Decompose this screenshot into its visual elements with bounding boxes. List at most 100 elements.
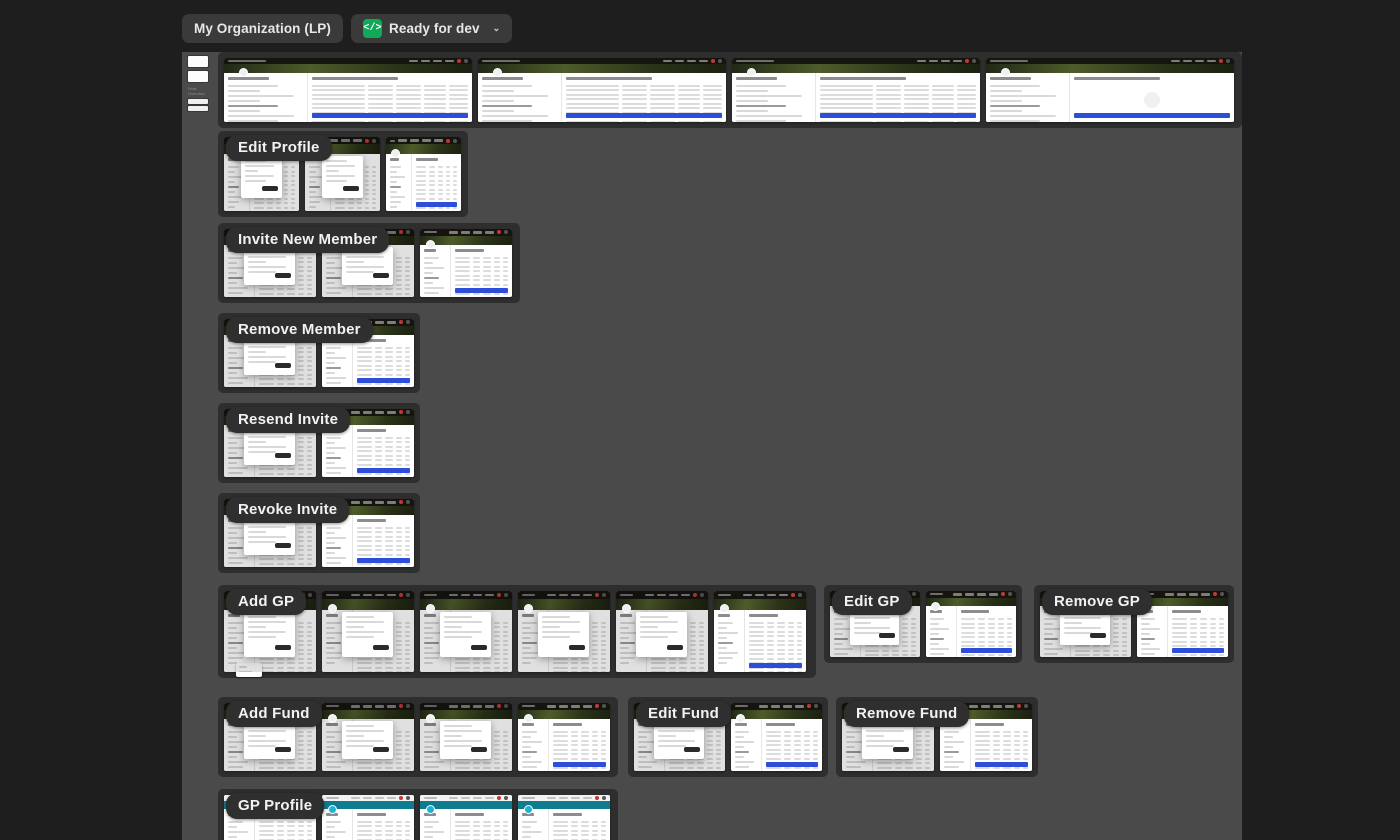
frame-modal-confirm-button[interactable] [470, 645, 487, 651]
frame-group-add-fund[interactable]: Add Fund [218, 697, 618, 777]
frame-primary-button[interactable] [820, 112, 976, 118]
group-label-gp-profile[interactable]: GP Profile [226, 793, 325, 819]
frame-primary-button[interactable] [1074, 112, 1230, 118]
frame-modal-confirm-button[interactable] [372, 746, 389, 752]
group-label-edit-fund[interactable]: Edit Fund [636, 701, 731, 727]
navigator-bar[interactable] [188, 99, 208, 104]
frame-modal-confirm-button[interactable] [274, 452, 291, 458]
frame-primary-button[interactable] [975, 761, 1028, 767]
frame-modal-confirm-button[interactable] [261, 185, 278, 191]
frame-primary-button[interactable] [357, 467, 410, 473]
screen-frame[interactable] [732, 58, 980, 122]
frame-primary-button[interactable] [415, 201, 457, 207]
frame-modal-dialog[interactable] [440, 612, 491, 658]
frame-modal-line [444, 621, 482, 624]
frame-modal-confirm-button[interactable] [274, 645, 291, 651]
screen-frame[interactable] [986, 58, 1234, 122]
frame-text-line [735, 745, 745, 748]
group-label-edit-gp[interactable]: Edit GP [832, 589, 912, 615]
screen-frame[interactable] [420, 229, 512, 297]
screen-frame[interactable] [478, 58, 726, 122]
frame-primary-button[interactable] [312, 112, 468, 118]
screen-frame[interactable] [420, 795, 512, 840]
frame-group-remove-member[interactable]: Remove Member [218, 313, 420, 393]
frame-table-cell [803, 753, 810, 756]
screen-frame[interactable] [616, 591, 708, 672]
frame-group-edit-fund[interactable]: Edit Fund [628, 697, 828, 777]
frame-modal-dialog[interactable] [321, 156, 363, 198]
group-label-remove-member[interactable]: Remove Member [226, 317, 373, 343]
group-label-invite-new-member[interactable]: Invite New Member [226, 227, 390, 253]
frame-modal-dialog[interactable] [342, 612, 393, 658]
screen-frame[interactable] [714, 591, 806, 672]
screen-frame[interactable] [518, 703, 610, 771]
screen-frame[interactable] [386, 137, 461, 211]
group-label-add-gp[interactable]: Add GP [226, 589, 307, 615]
frame-modal-confirm-button[interactable] [342, 185, 359, 191]
frame-modal-confirm-button[interactable] [684, 746, 701, 752]
screen-frame[interactable] [322, 703, 414, 771]
frame-group-gp-profile[interactable]: GP Profile [218, 789, 618, 840]
navigator-thumbnail[interactable] [188, 71, 208, 82]
frame-modal-confirm-button[interactable] [568, 645, 585, 651]
screen-frame[interactable] [420, 703, 512, 771]
frame-modal-confirm-button[interactable] [470, 746, 487, 752]
frame-modal-confirm-button[interactable] [1090, 633, 1107, 639]
screen-frame[interactable] [322, 795, 414, 840]
frame-modal-dialog[interactable] [342, 720, 393, 759]
frame-modal-confirm-button[interactable] [274, 272, 291, 278]
frame-modal-confirm-button[interactable] [274, 746, 291, 752]
frame-modal-confirm-button[interactable] [274, 542, 291, 548]
frame-primary-button[interactable] [357, 377, 410, 383]
frame-group-remove-gp[interactable]: Remove GP [1034, 585, 1234, 663]
frame-modal-dialog[interactable] [244, 612, 295, 658]
frame-primary-button[interactable] [566, 112, 722, 118]
group-label-add-fund[interactable]: Add Fund [226, 701, 322, 727]
group-label-remove-gp[interactable]: Remove GP [1042, 589, 1152, 615]
frame-modal-dialog[interactable] [538, 612, 589, 658]
frame-group-add-gp[interactable]: Add GP [218, 585, 816, 678]
frame-group-invite-new-member[interactable]: Invite New Member [218, 223, 520, 303]
frame-group-revoke-invite[interactable]: Revoke Invite [218, 493, 420, 573]
frame-primary-button[interactable] [960, 647, 1012, 653]
frame-modal-line [248, 744, 277, 747]
frame-group-edit-gp[interactable]: Edit GP [824, 585, 1022, 663]
screen-frame[interactable] [518, 795, 610, 840]
frame-primary-button[interactable] [455, 287, 508, 293]
screen-frame[interactable] [518, 591, 610, 672]
frame-group-edit-profile[interactable]: Edit Profile [218, 131, 468, 217]
frame-modal-dialog[interactable] [636, 612, 687, 658]
screen-frame[interactable] [926, 591, 1016, 657]
frame-primary-button[interactable] [357, 557, 410, 563]
frame-modal-confirm-button[interactable] [274, 362, 291, 368]
frame-modal-confirm-button[interactable] [666, 645, 683, 651]
organization-selector[interactable]: My Organization (LP) [182, 14, 343, 43]
design-canvas[interactable]: Flow Overview Edit Profile Invite New Memb… [182, 52, 1242, 840]
frame-modal-dialog[interactable] [240, 156, 282, 198]
screen-frame[interactable] [224, 58, 472, 122]
frame-group-overview[interactable] [218, 52, 1242, 128]
screen-frame[interactable] [322, 591, 414, 672]
frame-primary-button[interactable] [553, 761, 606, 767]
navigator-thumbnail[interactable] [188, 56, 208, 67]
page-navigator[interactable]: Flow Overview [188, 56, 212, 113]
frame-modal-confirm-button[interactable] [892, 746, 909, 752]
group-label-remove-fund[interactable]: Remove Fund [844, 701, 970, 727]
frame-primary-button[interactable] [749, 662, 802, 668]
frame-modal-confirm-button[interactable] [879, 633, 896, 639]
group-label-resend-invite[interactable]: Resend Invite [226, 407, 351, 433]
status-selector[interactable]: </> Ready for dev ⌄ [351, 14, 513, 43]
frame-modal-dialog[interactable] [440, 720, 491, 759]
chevron-down-icon[interactable]: ⌄ [493, 23, 501, 34]
screen-frame[interactable] [420, 591, 512, 672]
navigator-bar[interactable] [188, 106, 208, 111]
frame-modal-confirm-button[interactable] [372, 645, 389, 651]
frame-primary-button[interactable] [1171, 647, 1224, 653]
frame-primary-button[interactable] [765, 761, 818, 767]
frame-modal-confirm-button[interactable] [372, 272, 389, 278]
frame-group-resend-invite[interactable]: Resend Invite [218, 403, 420, 483]
group-label-edit-profile[interactable]: Edit Profile [226, 135, 332, 161]
screen-frame[interactable] [731, 703, 822, 771]
frame-group-remove-fund[interactable]: Remove Fund [836, 697, 1038, 777]
group-label-revoke-invite[interactable]: Revoke Invite [226, 497, 350, 523]
